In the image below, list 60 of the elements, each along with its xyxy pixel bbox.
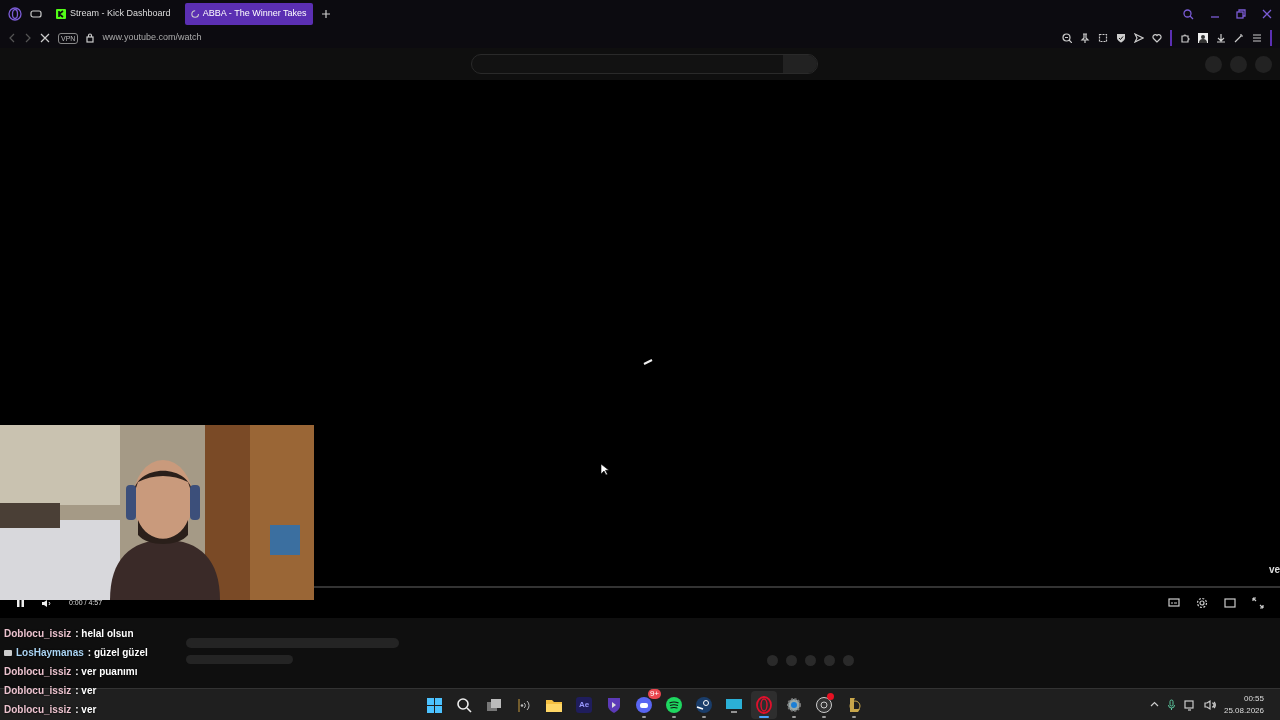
dot-placeholder xyxy=(824,655,835,666)
chat-message: Doblocu_issiz : ver xyxy=(4,684,98,698)
forward-icon[interactable] xyxy=(24,33,32,43)
subtitles-icon[interactable] xyxy=(1168,597,1180,609)
wand-icon[interactable] xyxy=(1234,33,1244,43)
snapshot-icon[interactable] xyxy=(1098,33,1108,43)
new-tab-icon[interactable] xyxy=(320,9,331,19)
speaker-icon[interactable] xyxy=(1203,698,1216,711)
settings-icon[interactable] xyxy=(1196,597,1208,609)
network-icon[interactable] xyxy=(1183,698,1196,711)
chat-message: Doblocu_issiz : helal olsun xyxy=(4,627,135,641)
zoom-out-icon[interactable] xyxy=(1062,33,1072,43)
chat-app-icon xyxy=(634,694,654,715)
browser-tab[interactable]: ABBA - The Winner Takes xyxy=(184,3,313,25)
theater-icon[interactable] xyxy=(1224,597,1236,609)
close-icon[interactable] xyxy=(1262,9,1272,19)
dot-placeholder xyxy=(767,655,778,666)
back-icon[interactable] xyxy=(8,33,16,43)
profile-icon[interactable] xyxy=(1198,33,1208,43)
gamepad-icon[interactable] xyxy=(30,9,42,19)
lock-icon xyxy=(86,33,95,43)
clock-time[interactable]: 00:55 xyxy=(1223,692,1264,705)
k-logo-icon xyxy=(56,9,66,19)
shield-check-icon[interactable] xyxy=(1116,33,1126,43)
download-icon[interactable] xyxy=(1216,33,1226,43)
browser-tab[interactable]: Stream - Kick Dashboard xyxy=(50,3,177,25)
send-icon[interactable] xyxy=(1134,33,1144,43)
search-icon[interactable] xyxy=(1183,8,1194,20)
browser-logo-icon[interactable] xyxy=(8,7,22,21)
record-app-icon xyxy=(814,694,834,715)
dot-placeholder xyxy=(843,655,854,666)
browser-logo-icon xyxy=(754,694,774,715)
puzzle-icon[interactable] xyxy=(1180,33,1190,43)
notification-badge: 9+ xyxy=(647,688,661,699)
heart-icon[interactable] xyxy=(1152,33,1162,43)
pin-icon[interactable] xyxy=(1080,33,1090,43)
search-field[interactable] xyxy=(471,54,818,74)
music-app-icon xyxy=(664,694,684,715)
address-text[interactable]: www.youtube.com/watch xyxy=(102,31,202,45)
pause-icon[interactable] xyxy=(16,598,25,608)
restore-icon[interactable] xyxy=(1236,9,1246,19)
chat-message: LosHaymanas : güzel güzel xyxy=(4,645,148,661)
clock-date[interactable]: 25.08.2026 xyxy=(1223,704,1264,717)
cursor-icon xyxy=(600,463,609,476)
taskbar-app[interactable] xyxy=(751,690,777,719)
stop-icon[interactable] xyxy=(40,33,50,43)
loading-spinner-icon xyxy=(643,358,653,366)
microphone-icon[interactable] xyxy=(1166,698,1176,711)
volume-icon[interactable] xyxy=(41,598,53,608)
app-logo-icon xyxy=(574,694,594,715)
menu-icon[interactable] xyxy=(1252,33,1262,43)
chat-message: Doblocu_issiz : ver puanımı xyxy=(4,665,139,679)
taskbar-app[interactable]: Ae xyxy=(571,690,597,719)
dot-placeholder xyxy=(805,655,816,666)
caption-text: ve xyxy=(1268,563,1280,577)
chevron-up-icon[interactable] xyxy=(1149,700,1159,709)
fullscreen-icon[interactable] xyxy=(1252,597,1264,609)
dot-placeholder xyxy=(786,655,797,666)
chat-message: Doblocu_issiz : ver xyxy=(4,703,98,717)
game-store-icon xyxy=(694,694,714,715)
